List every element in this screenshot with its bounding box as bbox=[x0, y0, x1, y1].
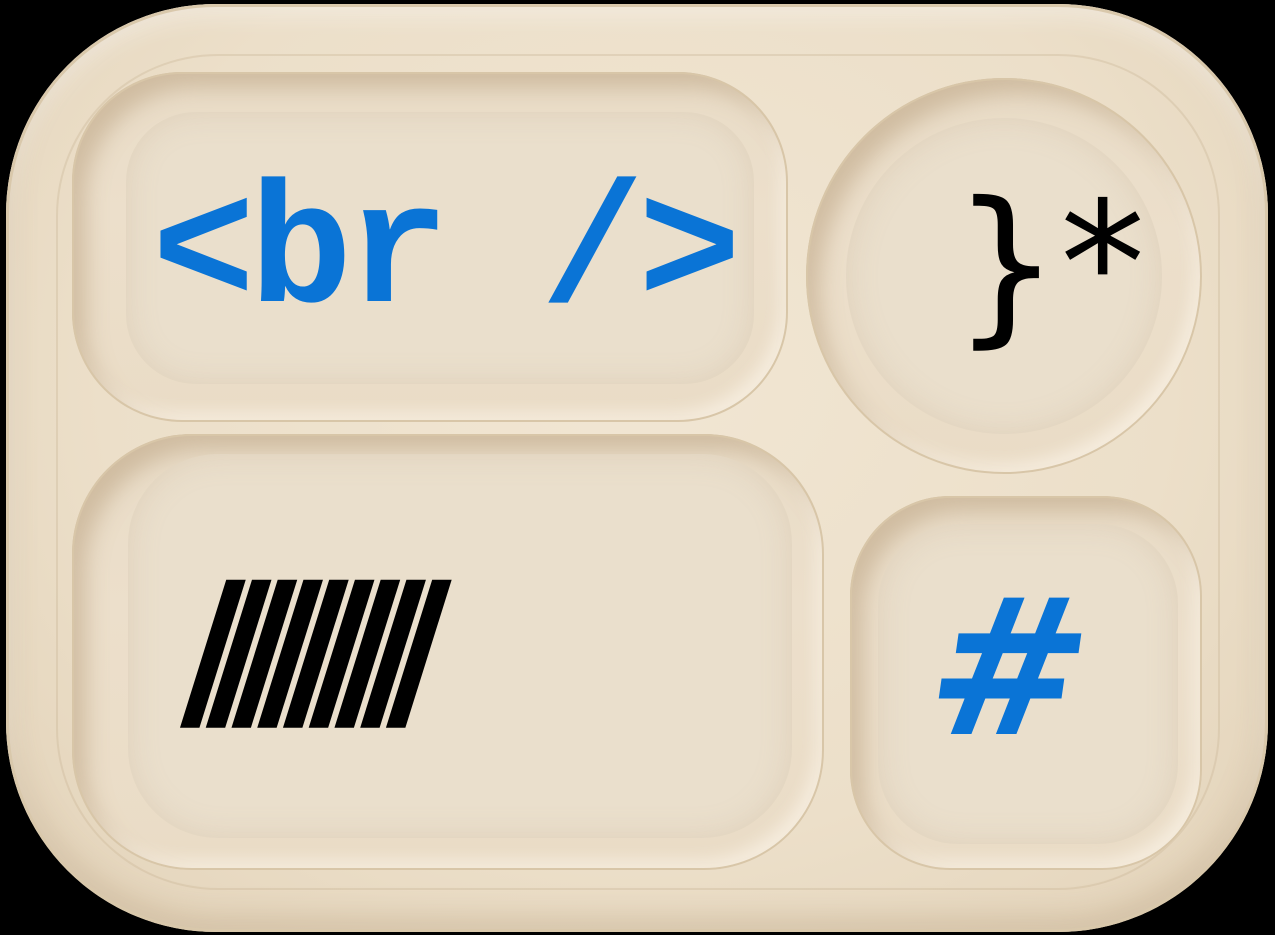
slashes-text: ///////// bbox=[180, 545, 452, 754]
canvas: <br /> }* ///////// # bbox=[0, 0, 1275, 935]
br-tag-text: <br /> bbox=[152, 158, 741, 353]
brace-asterisk-text: }* bbox=[952, 166, 1146, 364]
hash-symbol-text: # bbox=[914, 558, 1105, 779]
